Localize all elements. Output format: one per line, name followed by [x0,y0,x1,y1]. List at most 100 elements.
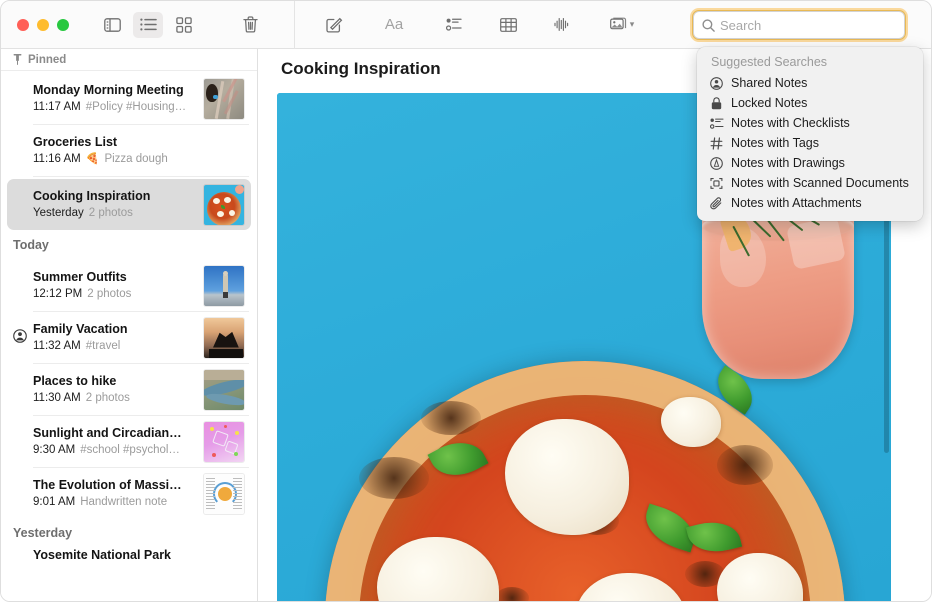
edit-controls: Aa [319,12,643,38]
search-icon [702,19,715,32]
note-row-monday-morning-meeting[interactable]: Monday Morning Meeting 11:17 AM #Policy … [7,73,251,124]
sidebar-toggle-button[interactable] [97,12,127,38]
char-spot [359,457,429,499]
note-meta: #travel [86,338,121,354]
note-time: 11:17 AM [33,99,81,115]
note-row-places-to-hike[interactable]: Places to hike 11:30 AM 2 photos [7,364,251,415]
note-meta: 2 photos [89,205,133,221]
note-meta: Handwritten note [80,494,167,510]
notes-list[interactable]: Pinned Monday Morning Meeting 11:17 AM #… [1,49,258,602]
note-time: Yesterday [33,205,84,221]
note-thumbnail [203,184,245,226]
hash-tag-icon [709,136,724,151]
suggestion-notes-with-checklists[interactable]: Notes with Checklists [697,113,923,133]
table-button[interactable] [493,12,523,38]
format-button[interactable]: Aa [373,12,415,38]
suggestion-label: Notes with Checklists [731,116,850,130]
note-meta: 2 photos [87,286,131,302]
note-title: Groceries List [33,134,245,150]
trash-button[interactable] [235,12,265,38]
search-field[interactable] [693,11,905,39]
char-spot [717,445,773,485]
note-thumbnail [203,473,245,515]
suggestion-notes-with-tags[interactable]: Notes with Tags [697,133,923,153]
note-title: Sunlight and Circadian… [33,425,197,441]
note-row-summer-outfits[interactable]: Summer Outfits 12:12 PM 2 photos [7,260,251,311]
char-spot [421,401,481,435]
note-meta: #Policy #Housing… [86,99,186,115]
suggestion-label: Notes with Scanned Documents [731,176,909,190]
gallery-view-button[interactable] [169,12,199,38]
note-title: The Evolution of Massi… [33,477,197,493]
minimize-button[interactable] [37,19,49,31]
suggestion-shared-notes[interactable]: Shared Notes [697,73,923,93]
note-thumbnail [203,369,245,411]
note-time: 12:12 PM [33,286,82,302]
note-thumbnail [203,317,245,359]
shared-person-icon [709,76,724,91]
audio-button[interactable] [547,12,577,38]
shared-person-icon [13,329,27,343]
note-row-the-evolution-of-massive[interactable]: The Evolution of Massi… 9:01 AM Handwrit… [7,468,251,519]
note-time: 11:16 AM [33,151,81,167]
compose-note-button[interactable] [319,12,349,38]
view-controls [97,12,199,38]
drawing-icon [709,156,724,171]
pizza-emoji-icon: 🍕 [86,151,100,167]
suggestion-label: Notes with Attachments [731,196,862,210]
note-thumbnail [203,78,245,120]
suggestion-label: Notes with Tags [731,136,819,150]
paperclip-icon [709,196,724,211]
suggestion-label: Locked Notes [731,96,807,110]
search-container [693,11,905,39]
close-button[interactable] [17,19,29,31]
suggestion-label: Shared Notes [731,76,807,90]
group-header-yesterday: Yesterday [1,519,257,547]
lock-icon [709,96,724,111]
zoom-button[interactable] [57,19,69,31]
note-time: 9:30 AM [33,442,75,458]
note-time: 11:32 AM [33,338,81,354]
toolbar: Aa [1,1,932,49]
suggested-searches-popup: Suggested Searches Shared Notes Locked N… [697,47,923,221]
delete-group [235,12,265,38]
group-label: Pinned [28,54,66,66]
search-input[interactable] [720,18,896,33]
note-title: Cooking Inspiration [33,188,197,204]
toolbar-divider [294,1,295,49]
traffic-lights [17,19,69,31]
notes-window: Aa [0,0,932,602]
note-meta: Pizza dough [104,151,167,167]
list-view-button[interactable] [133,12,163,38]
list-divider [33,176,249,177]
mozzarella [661,397,721,447]
char-spot [495,587,529,602]
suggestion-notes-with-drawings[interactable]: Notes with Drawings [697,153,923,173]
group-label: Today [13,238,49,252]
note-title: Family Vacation [33,321,197,337]
suggestion-notes-with-attachments[interactable]: Notes with Attachments [697,193,923,213]
checklist-button[interactable] [439,12,469,38]
suggestion-notes-with-scanned-documents[interactable]: Notes with Scanned Documents [697,173,923,193]
suggested-searches-title: Suggested Searches [697,54,923,73]
note-title: Places to hike [33,373,197,389]
note-row-groceries-list[interactable]: Groceries List 11:16 AM 🍕 Pizza dough [7,125,251,176]
note-row-cooking-inspiration[interactable]: Cooking Inspiration Yesterday 2 photos [7,179,251,230]
note-row-family-vacation[interactable]: Family Vacation 11:32 AM #travel [7,312,251,363]
group-label: Yesterday [13,526,72,540]
note-meta: 2 photos [86,390,130,406]
note-meta: #school #psychol… [80,442,180,458]
media-button[interactable]: ▾ [601,12,643,38]
checklist-icon [709,116,724,131]
note-time: 9:01 AM [33,494,75,510]
note-title: Yosemite National Park [33,547,245,563]
group-header-pinned: Pinned [1,49,257,71]
group-header-today: Today [1,230,257,260]
suggestion-label: Notes with Drawings [731,156,845,170]
note-thumbnail [203,421,245,463]
cocktail-glass [702,211,854,379]
note-row-sunlight-and-circadian[interactable]: Sunlight and Circadian… 9:30 AM #school … [7,416,251,467]
scan-document-icon [709,176,724,191]
note-row-yosemite-national-park[interactable]: Yosemite National Park [7,547,251,577]
suggestion-locked-notes[interactable]: Locked Notes [697,93,923,113]
